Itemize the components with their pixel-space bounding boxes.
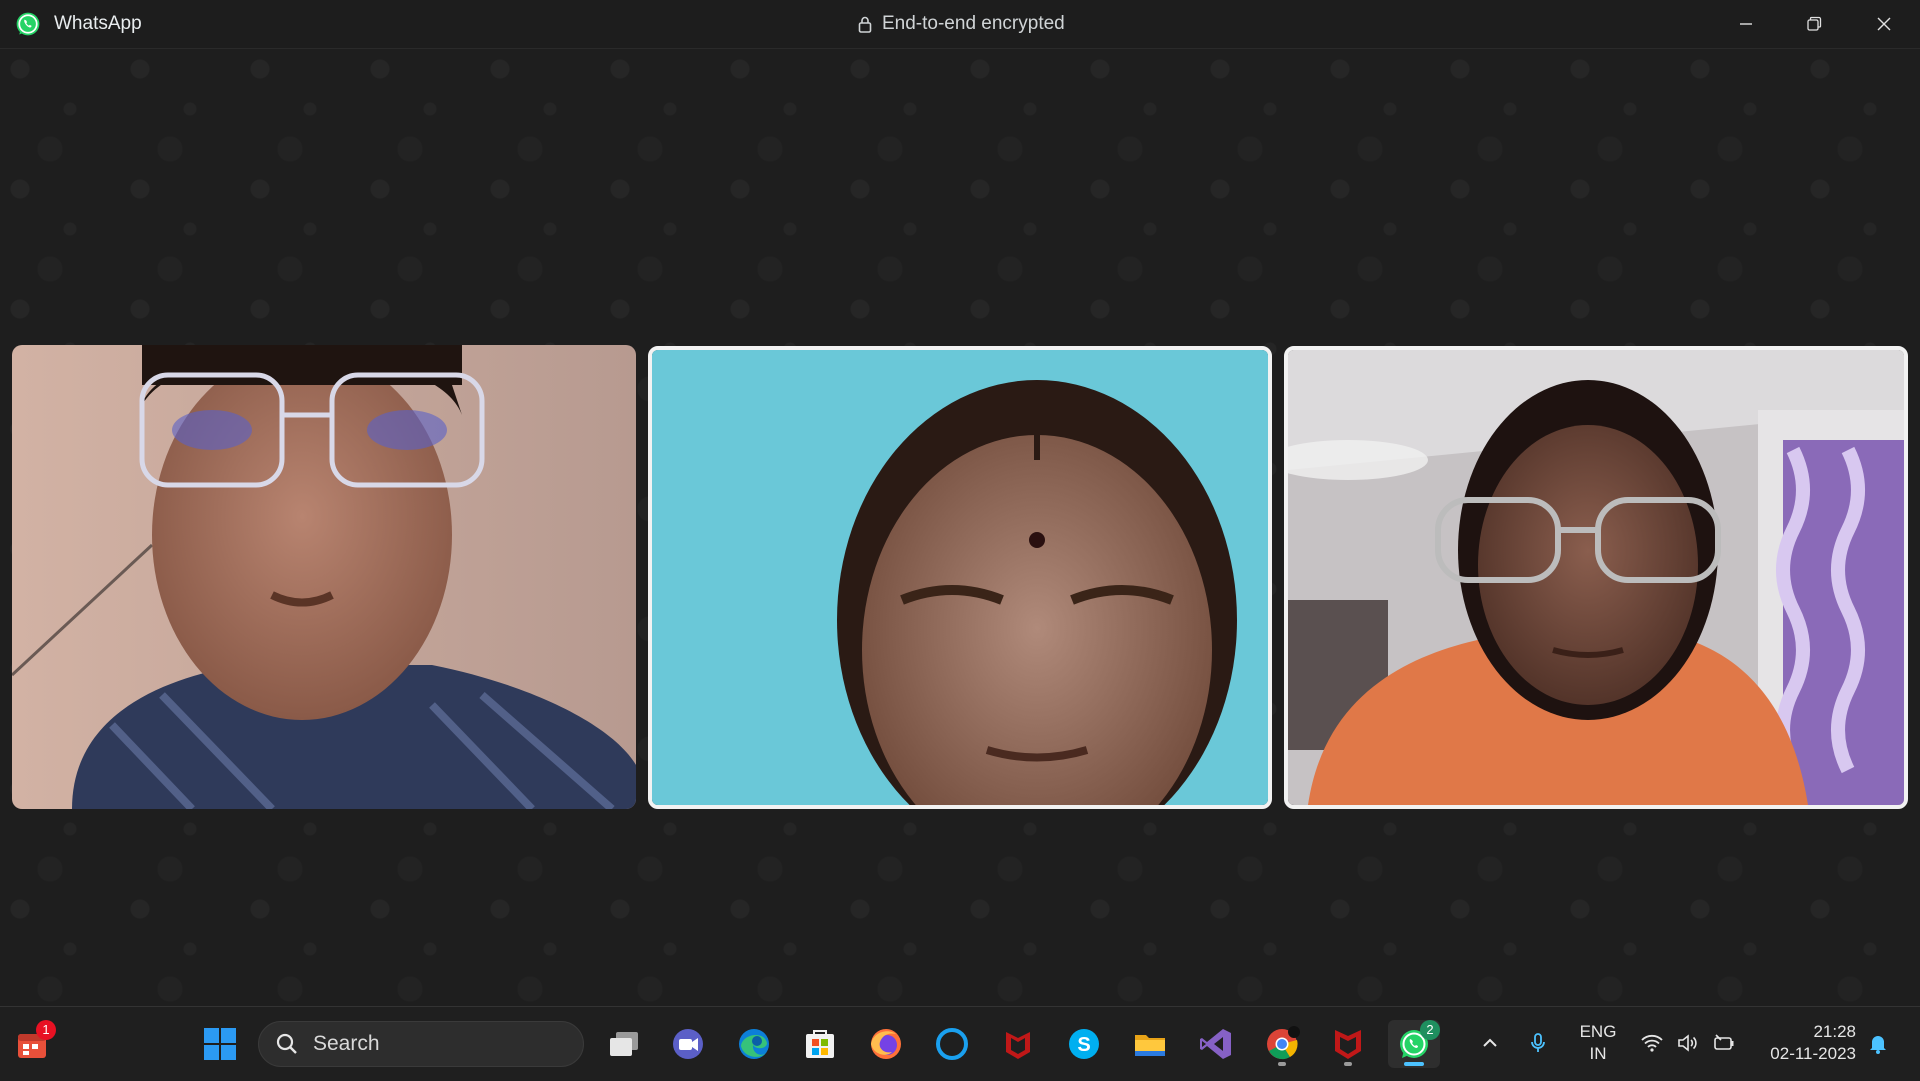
participant-video-frame — [1288, 350, 1904, 805]
store-button[interactable] — [796, 1020, 844, 1068]
svg-text:S: S — [1077, 1034, 1090, 1056]
edge-icon — [739, 1029, 769, 1059]
running-indicator — [1278, 1062, 1286, 1066]
close-icon — [1877, 17, 1891, 31]
skype-icon: S — [1069, 1029, 1099, 1059]
participant-video-frame — [652, 350, 1268, 805]
teams-video-icon — [673, 1029, 703, 1059]
chrome-button[interactable] — [1258, 1020, 1306, 1068]
visual-studio-button[interactable] — [1192, 1020, 1240, 1068]
minimize-icon — [1740, 23, 1752, 25]
title-bar: WhatsApp End-to-end encrypted — [0, 0, 1920, 48]
wifi-button[interactable] — [1638, 1029, 1666, 1057]
region-code: IN — [1589, 1044, 1607, 1063]
search-placeholder: Search — [313, 1032, 380, 1055]
whatsapp-badge: 2 — [1420, 1020, 1440, 1040]
taskbar: 1 Search S 2 ENG IN 21:28 02-11-2023 — [0, 1006, 1920, 1081]
cortana-icon — [936, 1028, 968, 1060]
search-icon — [276, 1033, 297, 1054]
start-button[interactable] — [196, 1020, 244, 1068]
whatsapp-logo-icon — [16, 12, 40, 36]
microsoft-store-icon — [806, 1030, 834, 1058]
visual-studio-icon — [1200, 1029, 1231, 1059]
language-indicator[interactable]: ENG IN — [1578, 1021, 1618, 1065]
windows-start-icon — [204, 1028, 236, 1060]
firefox-button[interactable] — [862, 1020, 910, 1068]
restore-icon — [1807, 16, 1822, 31]
show-hidden-icons-button[interactable] — [1476, 1029, 1504, 1057]
participant-video-3[interactable] — [1284, 346, 1908, 809]
taskbar-search[interactable]: Search — [258, 1021, 584, 1067]
task-view-button[interactable] — [600, 1020, 648, 1068]
language-code: ENG — [1579, 1022, 1617, 1041]
task-view-icon — [610, 1032, 638, 1056]
mcafee-security-button[interactable] — [1324, 1020, 1372, 1068]
close-button[interactable] — [1850, 0, 1918, 48]
participant-video-2[interactable] — [648, 346, 1272, 809]
skype-button[interactable]: S — [1060, 1020, 1108, 1068]
widgets-badge: 1 — [36, 1020, 56, 1040]
microphone-icon — [1531, 1033, 1545, 1052]
firefox-icon — [871, 1029, 901, 1059]
notifications-button[interactable] — [1864, 1029, 1892, 1057]
volume-icon — [1678, 1034, 1697, 1052]
edge-button[interactable] — [730, 1020, 778, 1068]
encryption-label: End-to-end encrypted — [882, 13, 1065, 34]
chrome-icon — [1267, 1026, 1300, 1060]
microphone-button[interactable] — [1524, 1029, 1552, 1057]
app-title: WhatsApp — [54, 13, 142, 34]
participant-video-frame — [12, 345, 636, 809]
chevron-up-icon — [1483, 1038, 1497, 1047]
mcafee-button[interactable] — [994, 1020, 1042, 1068]
restore-button[interactable] — [1780, 0, 1848, 48]
clock[interactable]: 21:28 02-11-2023 — [1752, 1021, 1856, 1065]
minimize-button[interactable] — [1712, 0, 1780, 48]
volume-button[interactable] — [1674, 1029, 1702, 1057]
whatsapp-taskbar-button[interactable]: 2 — [1388, 1020, 1440, 1068]
file-explorer-button[interactable] — [1126, 1020, 1174, 1068]
bell-icon — [1870, 1036, 1886, 1054]
encryption-status: End-to-end encrypted — [858, 13, 1065, 35]
active-app-indicator — [1404, 1062, 1424, 1066]
participant-video-1[interactable] — [12, 345, 636, 809]
running-indicator — [1344, 1062, 1352, 1066]
teams-meet-button[interactable] — [664, 1020, 712, 1068]
wifi-icon — [1641, 1034, 1663, 1052]
call-stage — [0, 48, 1920, 1007]
lock-icon — [858, 16, 872, 33]
clock-time: 21:28 — [1813, 1022, 1856, 1041]
mcafee-icon — [1006, 1032, 1030, 1059]
mcafee-shield-icon — [1335, 1030, 1361, 1059]
battery-button[interactable] — [1710, 1029, 1738, 1057]
widgets-button[interactable]: 1 — [8, 1020, 56, 1068]
folder-icon — [1135, 1035, 1165, 1056]
clock-date: 02-11-2023 — [1770, 1044, 1856, 1063]
battery-charging-icon — [1714, 1034, 1734, 1050]
cortana-button[interactable] — [928, 1020, 976, 1068]
